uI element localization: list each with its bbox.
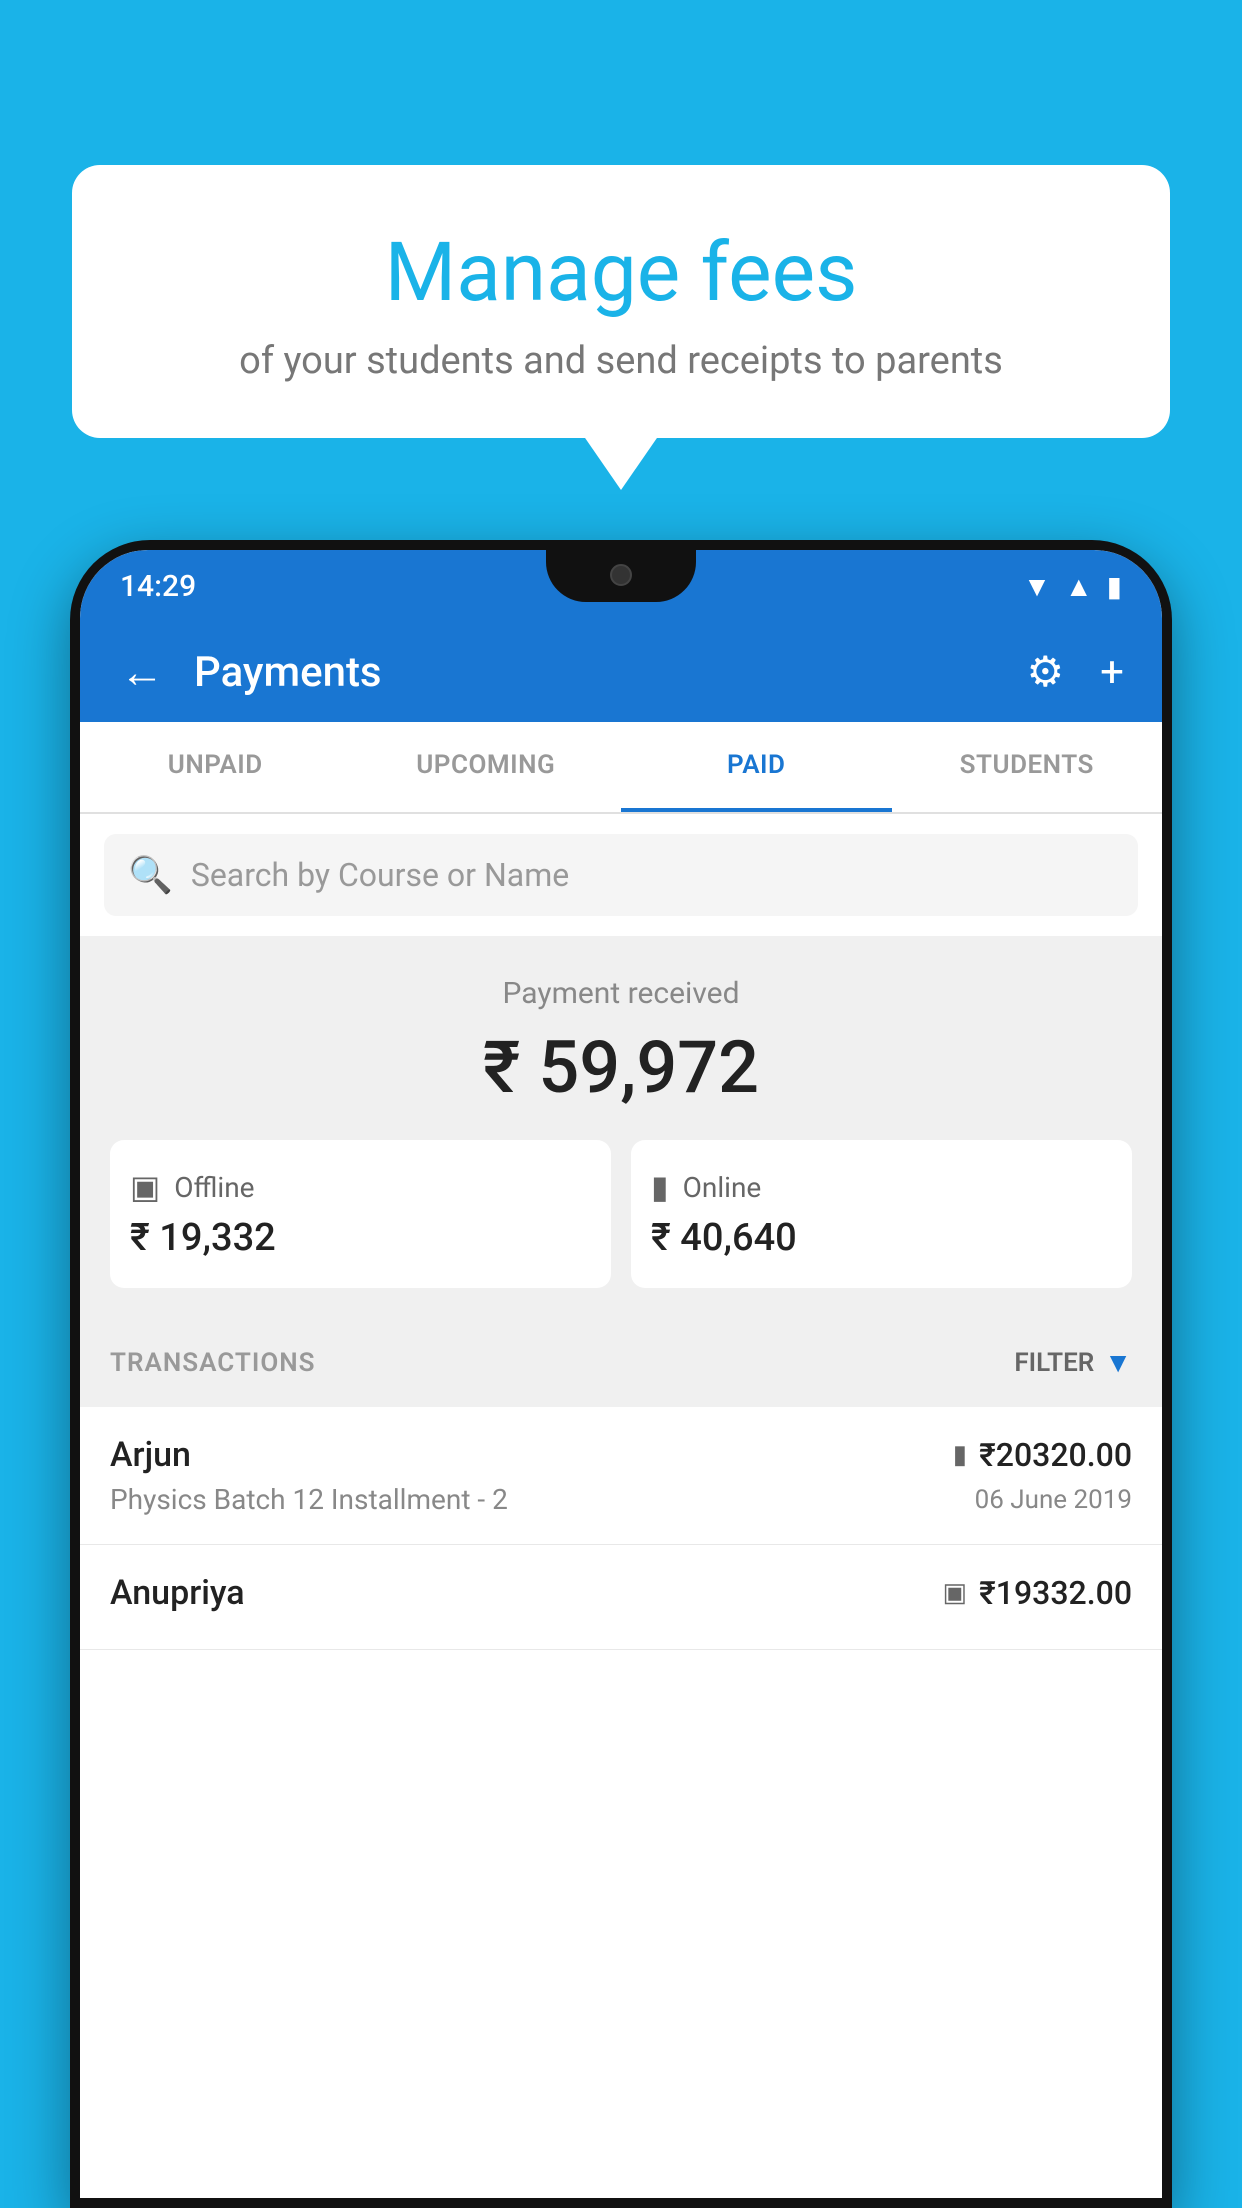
status-time: 14:29 — [120, 569, 196, 604]
transactions-label: TRANSACTIONS — [110, 1348, 316, 1378]
speech-bubble: Manage fees of your students and send re… — [72, 165, 1170, 438]
offline-card-header: ▣ Offline — [130, 1168, 591, 1206]
offline-amount: ₹ 19,332 — [130, 1216, 591, 1260]
online-amount: ₹ 40,640 — [651, 1216, 1112, 1260]
offline-label: Offline — [174, 1171, 254, 1204]
transaction-course: Physics Batch 12 Installment - 2 — [110, 1483, 508, 1516]
filter-icon: ▼ — [1104, 1346, 1132, 1379]
wifi-icon: ▼ — [1023, 570, 1051, 603]
payment-received-label: Payment received — [110, 976, 1132, 1011]
tab-students[interactable]: STUDENTS — [892, 722, 1163, 812]
notch — [546, 550, 696, 602]
bubble-title: Manage fees — [122, 225, 1120, 321]
bubble-subtitle: of your students and send receipts to pa… — [122, 339, 1120, 383]
app-bar-title: Payments — [194, 648, 999, 697]
payment-summary: Payment received ₹ 59,972 ▣ Offline ₹ 19… — [80, 936, 1162, 1318]
online-label: Online — [683, 1171, 762, 1204]
table-row[interactable]: Anupriya ▣ ₹19332.00 — [80, 1545, 1162, 1650]
app-bar-actions: ⚙ + — [1019, 639, 1133, 705]
transaction-amount: ₹20320.00 — [979, 1436, 1132, 1474]
search-container: 🔍 Search by Course or Name — [80, 814, 1162, 936]
transaction-amount-container: ▮ ₹20320.00 — [953, 1436, 1132, 1474]
battery-icon: ▮ — [1107, 570, 1122, 603]
transaction-type-icon: ▮ — [953, 1440, 967, 1470]
phone-screen: 14:29 ▼ ▲ ▮ ← Payments ⚙ + UNPAID UPCOMI… — [80, 550, 1162, 2198]
transaction-row-bottom: Physics Batch 12 Installment - 2 06 June… — [110, 1483, 1132, 1516]
filter-label: FILTER — [1014, 1348, 1094, 1378]
payment-cards: ▣ Offline ₹ 19,332 ▮ Online ₹ 40,640 — [110, 1140, 1132, 1288]
add-icon[interactable]: + — [1092, 640, 1132, 705]
back-button[interactable]: ← — [110, 636, 174, 708]
transaction-type-icon: ▣ — [943, 1578, 968, 1608]
phone-frame: 14:29 ▼ ▲ ▮ ← Payments ⚙ + UNPAID UPCOMI… — [70, 540, 1172, 2208]
status-icons: ▼ ▲ ▮ — [1023, 570, 1122, 603]
transaction-list: Arjun ▮ ₹20320.00 Physics Batch 12 Insta… — [80, 1407, 1162, 2198]
settings-icon[interactable]: ⚙ — [1019, 639, 1073, 705]
offline-card: ▣ Offline ₹ 19,332 — [110, 1140, 611, 1288]
transactions-header: TRANSACTIONS FILTER ▼ — [80, 1318, 1162, 1407]
transaction-amount-container: ▣ ₹19332.00 — [943, 1574, 1132, 1612]
payment-received-amount: ₹ 59,972 — [110, 1025, 1132, 1110]
search-icon: 🔍 — [128, 854, 173, 896]
status-bar: 14:29 ▼ ▲ ▮ — [80, 550, 1162, 622]
filter-button[interactable]: FILTER ▼ — [1014, 1346, 1132, 1379]
transaction-row-top: Anupriya ▣ ₹19332.00 — [110, 1573, 1132, 1613]
transaction-name: Anupriya — [110, 1573, 245, 1613]
tab-paid[interactable]: PAID — [621, 722, 892, 812]
search-placeholder: Search by Course or Name — [191, 856, 569, 894]
app-bar: ← Payments ⚙ + — [80, 622, 1162, 722]
camera — [610, 564, 632, 586]
tab-upcoming[interactable]: UPCOMING — [351, 722, 622, 812]
transaction-amount: ₹19332.00 — [979, 1574, 1132, 1612]
transaction-date: 06 June 2019 — [975, 1485, 1132, 1515]
transaction-name: Arjun — [110, 1435, 191, 1475]
online-icon: ▮ — [651, 1168, 669, 1206]
online-card-header: ▮ Online — [651, 1168, 1112, 1206]
online-card: ▮ Online ₹ 40,640 — [631, 1140, 1132, 1288]
table-row[interactable]: Arjun ▮ ₹20320.00 Physics Batch 12 Insta… — [80, 1407, 1162, 1545]
signal-icon: ▲ — [1065, 570, 1093, 603]
tabs-bar: UNPAID UPCOMING PAID STUDENTS — [80, 722, 1162, 814]
transaction-row-top: Arjun ▮ ₹20320.00 — [110, 1435, 1132, 1475]
offline-icon: ▣ — [130, 1168, 160, 1206]
tab-unpaid[interactable]: UNPAID — [80, 722, 351, 812]
search-bar[interactable]: 🔍 Search by Course or Name — [104, 834, 1138, 916]
